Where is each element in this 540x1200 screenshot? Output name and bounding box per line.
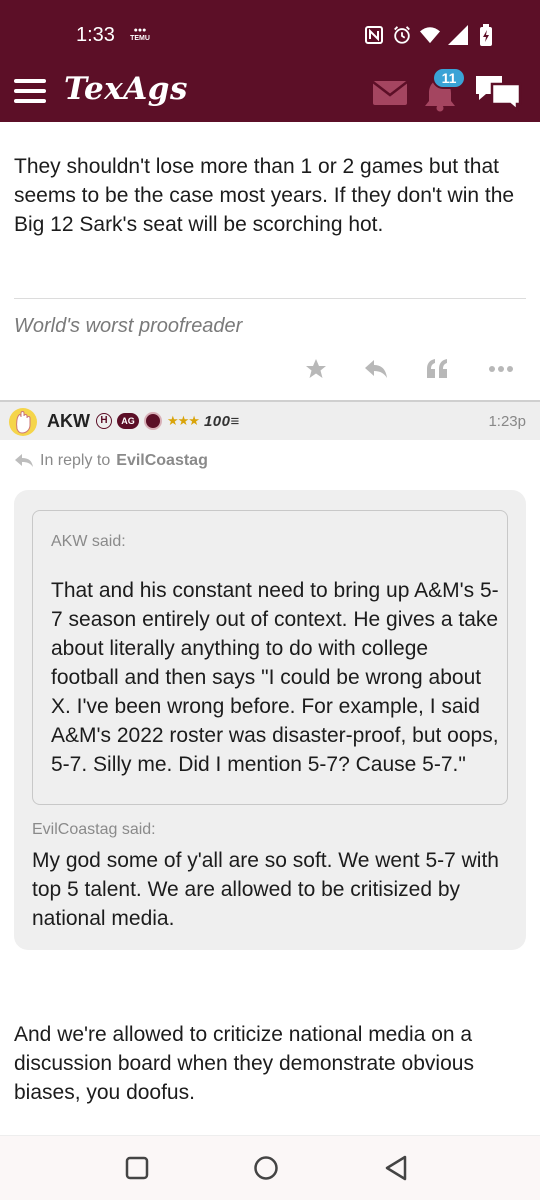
back-icon[interactable] (380, 1152, 412, 1184)
texags-logo[interactable]: TexAgs (64, 71, 188, 107)
system-nav-bar (0, 1135, 540, 1200)
nfc-icon (364, 24, 384, 46)
signal-icon (448, 24, 468, 46)
wifi-icon (420, 24, 440, 46)
battery-icon (476, 24, 496, 46)
in-reply-to-label: In reply to (40, 452, 111, 469)
status-icons (364, 24, 496, 46)
signature-divider (14, 298, 526, 299)
avatar[interactable] (8, 407, 38, 437)
status-bar: 1:33 ●●● TEMU (0, 0, 540, 62)
star-icon[interactable] (302, 355, 330, 383)
recents-icon[interactable] (121, 1152, 153, 1184)
quote-author: EvilCoastag said: (32, 821, 156, 838)
h-badge: H (96, 413, 112, 429)
mail-icon[interactable] (372, 80, 408, 106)
nested-quote-author: AKW said: (51, 533, 126, 550)
home-icon[interactable] (250, 1152, 282, 1184)
more-options-icon[interactable] (487, 355, 515, 383)
quote-block: AKW said: That and his constant need to … (14, 490, 526, 950)
in-reply-to-user[interactable]: EvilCoastag (116, 452, 208, 470)
ag-badge: AG (117, 413, 139, 429)
post-body: And we're allowed to criticize national … (14, 1023, 474, 1104)
nested-quote-block: AKW said: That and his constant need to … (32, 510, 508, 805)
rank-badge: 100≡ (203, 412, 240, 430)
reply-arrow-icon (15, 454, 33, 467)
status-time: 1:33 (76, 24, 115, 46)
rating-stars: ★★★ (167, 413, 200, 428)
quote-icon[interactable] (423, 355, 451, 383)
seal-badge-icon (144, 412, 162, 430)
post-timestamp: 1:23p (488, 413, 526, 430)
chat-icon[interactable] (474, 72, 522, 113)
in-reply-to[interactable]: In reply to EvilCoastag (14, 452, 208, 470)
post-header: AKW H AG ★★★ 100≡ 1:23p (0, 400, 540, 440)
nested-quote-text: That and his constant need to bring up A… (51, 579, 499, 776)
previous-post-signature: World's worst proofreader (14, 315, 243, 337)
temu-notification-icon: ●●● TEMU (130, 27, 150, 42)
alarm-icon (392, 24, 412, 46)
notification-count-badge[interactable]: 11 (432, 67, 466, 89)
reply-icon[interactable] (362, 355, 390, 383)
post-username[interactable]: AKW (47, 411, 90, 432)
previous-post-actions (0, 355, 540, 387)
menu-icon[interactable] (12, 74, 48, 110)
previous-post-body: They shouldn't lose more than 1 or 2 gam… (14, 155, 515, 236)
user-badges: H AG ★★★ 100≡ (96, 412, 240, 430)
quote-text: My god some of y'all are so soft. We wen… (32, 849, 499, 930)
